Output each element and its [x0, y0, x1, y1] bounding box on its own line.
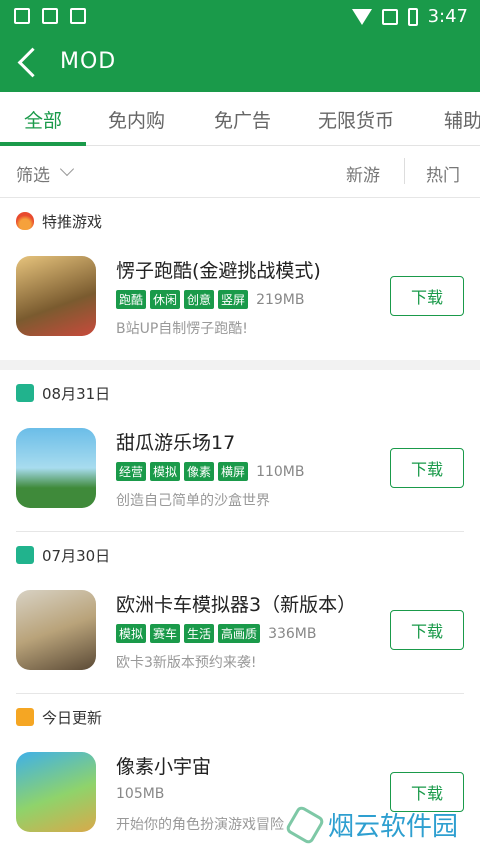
no-sim-icon: [381, 8, 398, 25]
game-icon: [16, 752, 96, 832]
game-icon: [16, 590, 96, 670]
watermark: 烟云软件园: [284, 804, 459, 845]
download-button[interactable]: 下载: [390, 610, 464, 650]
sort-divider: [404, 158, 405, 184]
section-title: 08月31日: [42, 384, 111, 403]
game-name: 甜瓜游乐场17: [116, 432, 236, 454]
game-tags: 105MB: [116, 786, 164, 802]
game-tags: 经营 模拟 像素 横屏 110MB: [116, 462, 304, 481]
tag: 横屏: [218, 462, 249, 481]
wifi-icon: [351, 8, 372, 25]
game-size: 336MB: [268, 625, 317, 642]
sort-hot-button[interactable]: 热门: [426, 161, 460, 186]
section-title: 特推游戏: [42, 212, 103, 231]
game-tags: 跑酷 休闲 创意 竖屏 219MB: [116, 290, 304, 309]
tag: 竖屏: [218, 290, 249, 309]
filter-bar: 筛选 新游 热门: [0, 146, 480, 198]
game-name: 像素小宇宙: [116, 756, 212, 778]
chevron-down-icon: [59, 161, 75, 177]
section-header-date: 07月30日: [16, 543, 110, 567]
tag: 创意: [184, 290, 215, 309]
tag: 跑酷: [116, 290, 147, 309]
cube-logo-icon: [284, 804, 326, 845]
section-title: 今日更新: [42, 708, 103, 727]
tab-all[interactable]: 全部: [24, 106, 62, 133]
section-header-date: 08月31日: [16, 381, 110, 405]
game-desc: 创造自己简单的沙盒世界: [116, 493, 270, 509]
book-notification-icon: [42, 8, 58, 24]
game-name: 欧洲卡车模拟器3（新版本）: [116, 594, 357, 616]
game-card[interactable]: 甜瓜游乐场17 经营 模拟 像素 横屏 110MB 创造自己简单的沙盒世界 下载: [0, 420, 480, 528]
app-bar: MOD: [0, 34, 480, 92]
tab-assist[interactable]: 辅助: [444, 106, 480, 133]
game-desc: B站UP自制愣子跑酷!: [116, 321, 248, 337]
page-title: MOD: [60, 49, 117, 74]
watermark-text: 烟云软件园: [328, 812, 459, 842]
tag: 模拟: [150, 462, 181, 481]
lock-notification-icon: [14, 8, 30, 24]
game-icon: [16, 428, 96, 508]
game-desc: 开始你的角色扮演游戏冒险: [116, 817, 284, 833]
divider: [16, 693, 464, 694]
section-header-today: 今日更新: [16, 705, 102, 729]
a-notification-icon: [70, 8, 86, 24]
calendar-icon: [16, 546, 34, 564]
tag: 休闲: [150, 290, 181, 309]
battery-icon: [407, 7, 418, 26]
game-card[interactable]: 愣子跑酷(金避挑战模式) 跑酷 休闲 创意 竖屏 219MB B站UP自制愣子跑…: [0, 248, 480, 356]
tag: 像素: [184, 462, 215, 481]
game-card[interactable]: 欧洲卡车模拟器3（新版本） 模拟 赛车 生活 高画质 336MB 欧卡3新版本预…: [0, 582, 480, 690]
download-button[interactable]: 下载: [390, 448, 464, 488]
category-tabs: 全部 免内购 免广告 无限货币 辅助: [0, 92, 480, 146]
sort-new-button[interactable]: 新游: [346, 161, 380, 186]
filter-button[interactable]: 筛选: [16, 161, 50, 186]
section-header-featured: 特推游戏: [16, 209, 102, 233]
section-gap: [0, 360, 480, 370]
game-size: 105MB: [116, 786, 165, 802]
status-time: 3:47: [427, 6, 468, 27]
download-button[interactable]: 下载: [390, 276, 464, 316]
tag: 模拟: [116, 624, 147, 643]
back-icon[interactable]: [14, 46, 44, 80]
tab-unlimited-currency[interactable]: 无限货币: [318, 106, 394, 133]
game-size: 110MB: [256, 463, 305, 480]
calendar-icon: [16, 384, 34, 402]
tag: 经营: [116, 462, 147, 481]
game-size: 219MB: [256, 291, 305, 308]
game-icon: [16, 256, 96, 336]
calendar-icon: [16, 708, 34, 726]
game-name: 愣子跑酷(金避挑战模式): [116, 260, 321, 282]
game-desc: 欧卡3新版本预约来袭!: [116, 655, 257, 671]
divider: [16, 531, 464, 532]
section-title: 07月30日: [42, 546, 111, 565]
game-tags: 模拟 赛车 生活 高画质 336MB: [116, 624, 316, 643]
tag: 赛车: [150, 624, 181, 643]
tag: 生活: [184, 624, 215, 643]
tab-no-ads[interactable]: 免广告: [214, 106, 271, 133]
fire-icon: [16, 212, 34, 230]
status-bar: 3:47: [0, 0, 480, 34]
tab-no-iap[interactable]: 免内购: [108, 106, 165, 133]
tag: 高画质: [218, 624, 261, 643]
